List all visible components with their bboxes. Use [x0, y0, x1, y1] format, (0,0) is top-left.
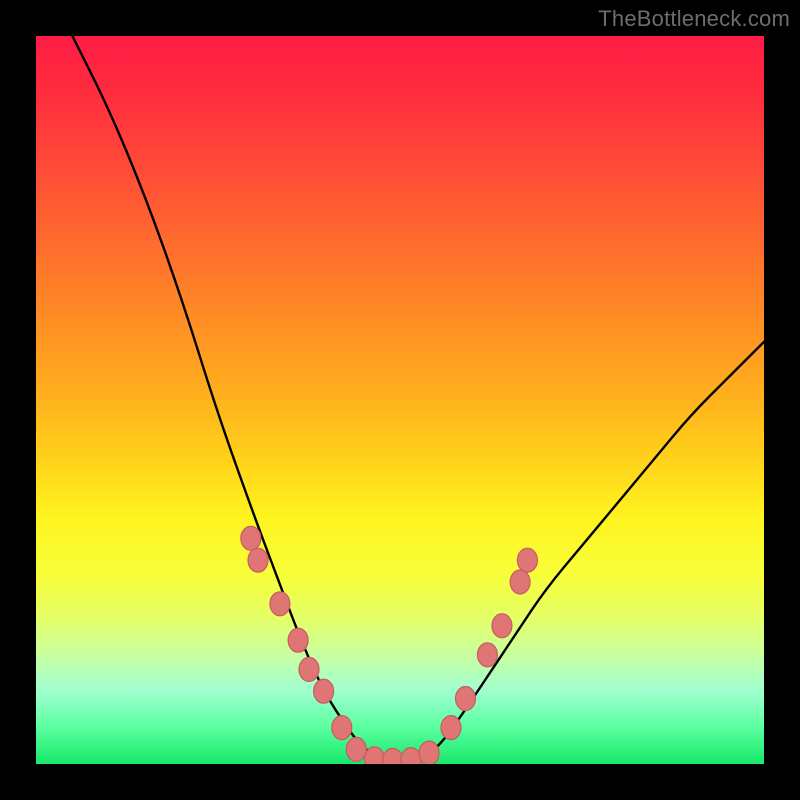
watermark-text: TheBottleneck.com [598, 6, 790, 32]
curve-marker [401, 748, 421, 764]
chart-frame: TheBottleneck.com [0, 0, 800, 800]
curve-marker [456, 687, 476, 711]
curve-marker [270, 592, 290, 616]
bottleneck-curve-svg [36, 36, 764, 764]
bottleneck-curve-path [72, 36, 764, 760]
curve-marker [419, 741, 439, 764]
curve-marker [241, 526, 261, 550]
curve-marker [299, 657, 319, 681]
curve-markers [241, 526, 538, 764]
curve-marker [288, 628, 308, 652]
curve-marker [517, 548, 537, 572]
plot-area [36, 36, 764, 764]
curve-marker [346, 737, 366, 761]
curve-marker [441, 716, 461, 740]
curve-marker [248, 548, 268, 572]
curve-marker [477, 643, 497, 667]
curve-marker [332, 716, 352, 740]
curve-marker [492, 614, 512, 638]
curve-marker [314, 679, 334, 703]
curve-marker [510, 570, 530, 594]
curve-marker [383, 748, 403, 764]
curve-marker [365, 747, 385, 764]
